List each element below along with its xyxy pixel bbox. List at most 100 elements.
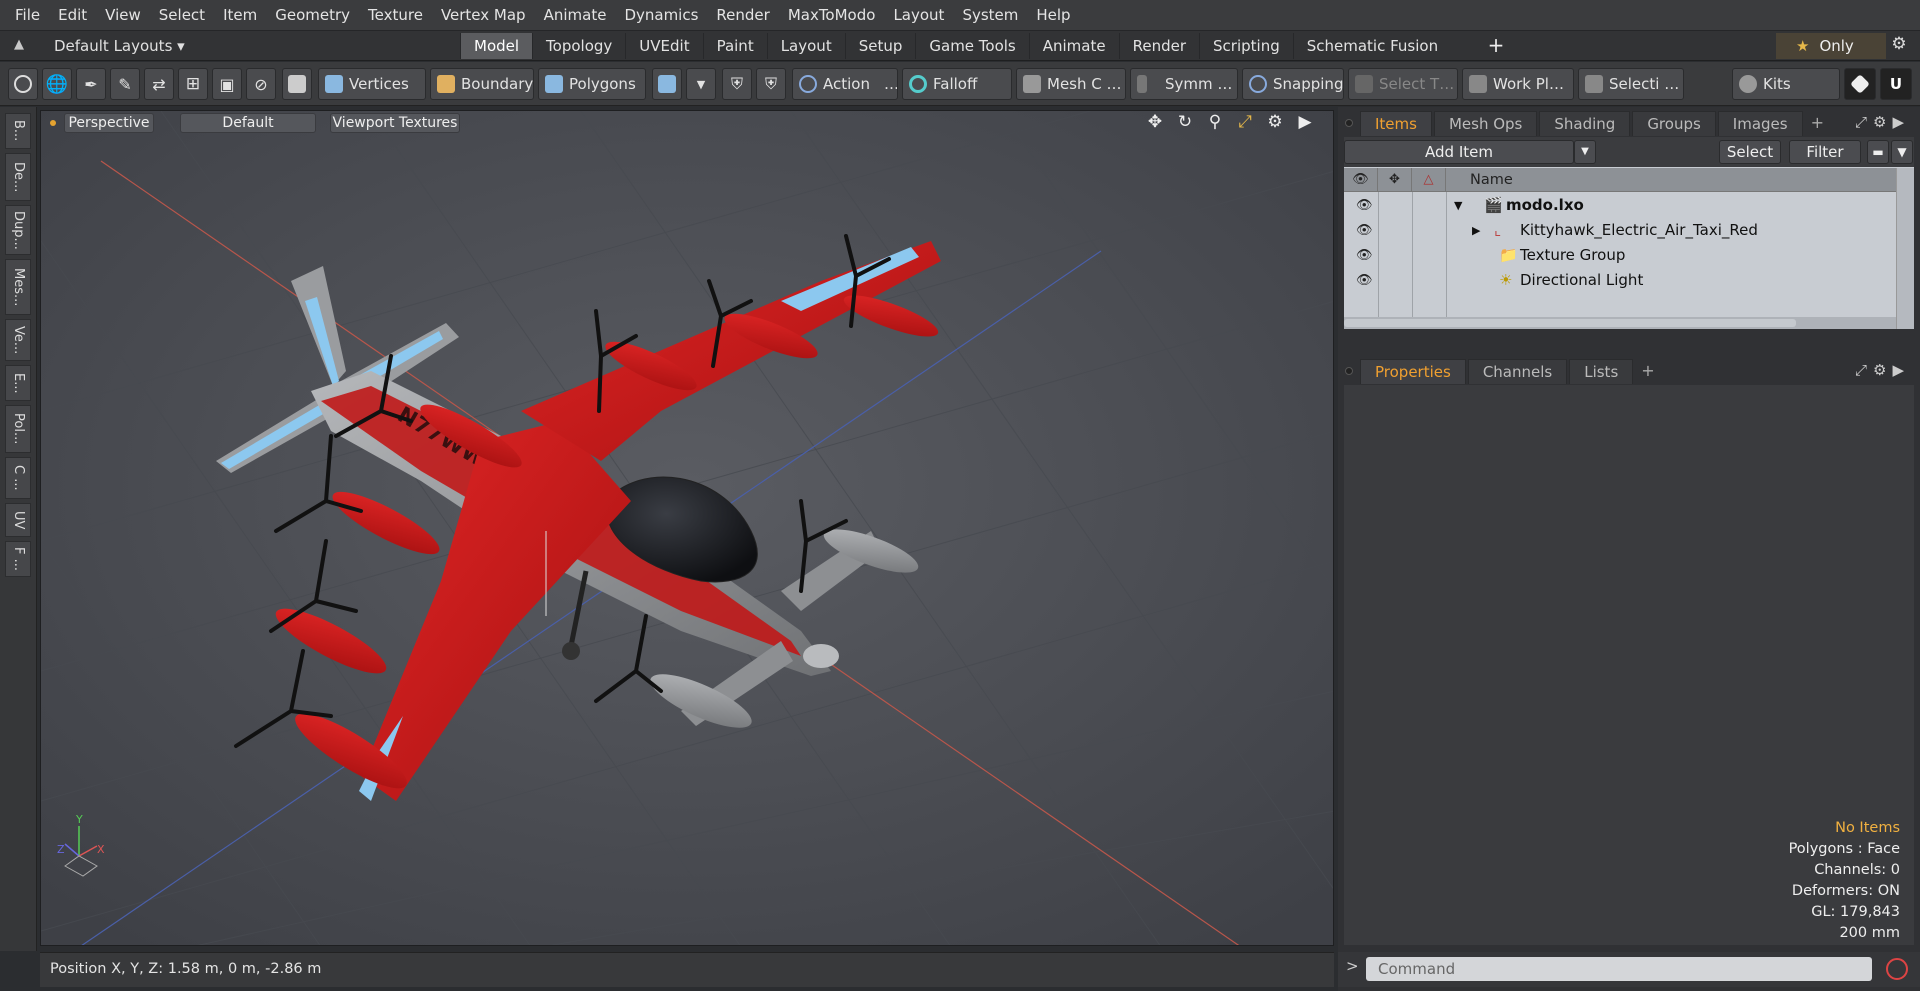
frame-button[interactable]: ▣ bbox=[212, 68, 242, 100]
viewport-textures-dropdown[interactable]: Viewport Textures bbox=[330, 113, 460, 133]
tab-render[interactable]: Render bbox=[1118, 33, 1199, 59]
tab-paint[interactable]: Paint bbox=[702, 33, 767, 59]
menu-file[interactable]: File bbox=[6, 0, 49, 31]
add-tab-button[interactable]: + bbox=[1483, 33, 1509, 59]
tab-layout[interactable]: Layout bbox=[766, 33, 845, 59]
menu-render[interactable]: Render bbox=[707, 0, 778, 31]
select-button[interactable]: Select bbox=[1719, 140, 1781, 164]
play-arrow-icon[interactable]: ▶ bbox=[1294, 112, 1316, 132]
unreal-button[interactable]: U bbox=[1880, 68, 1912, 100]
item-row-mesh[interactable]: 👁 ▶ ⌞ Kittyhawk_Electric_Air_Taxi_Red bbox=[1344, 218, 1896, 243]
properties-add-tab-button[interactable]: + bbox=[1635, 359, 1660, 383]
shading-default-dropdown[interactable]: Default bbox=[180, 113, 316, 133]
command-input[interactable]: Command bbox=[1366, 957, 1872, 981]
menu-maxtomodo[interactable]: MaxToModo bbox=[779, 0, 885, 31]
orbit-icon[interactable]: ↻ bbox=[1174, 112, 1196, 132]
tab-schematic-fusion[interactable]: Schematic Fusion bbox=[1292, 33, 1451, 59]
properties-expand-gear-icon[interactable]: ⤢⚙▶ bbox=[1855, 361, 1910, 379]
hscroll-thumb[interactable] bbox=[1344, 319, 1796, 327]
tab-images[interactable]: Images bbox=[1717, 110, 1803, 136]
bridge-button[interactable]: ⇄ bbox=[144, 68, 174, 100]
tab-topology[interactable]: Topology bbox=[532, 33, 625, 59]
tab-game-tools[interactable]: Game Tools bbox=[915, 33, 1028, 59]
kits-button[interactable]: Kits bbox=[1732, 68, 1840, 100]
unity-button[interactable] bbox=[1844, 68, 1876, 100]
polygons-button[interactable]: Polygons bbox=[538, 68, 646, 100]
layout-dropdown[interactable]: Default Layouts ▾ bbox=[54, 31, 185, 61]
tab-lists[interactable]: Lists bbox=[1569, 358, 1634, 384]
tab-animate[interactable]: Animate bbox=[1028, 33, 1119, 59]
tab-scripting[interactable]: Scripting bbox=[1199, 33, 1293, 59]
left-tab-fusion[interactable]: F ... bbox=[5, 541, 31, 577]
only-button[interactable]: ★ Only bbox=[1776, 33, 1886, 59]
menu-help[interactable]: Help bbox=[1027, 0, 1079, 31]
viewport-menu-dot[interactable] bbox=[50, 120, 56, 126]
item-list-vscroll[interactable] bbox=[1896, 168, 1914, 329]
menu-view[interactable]: View bbox=[96, 0, 150, 31]
snapping-button[interactable]: Snapping bbox=[1242, 68, 1344, 100]
add-item-button[interactable]: Add Item bbox=[1344, 140, 1574, 164]
zoom-icon[interactable]: ⚲ bbox=[1204, 112, 1226, 132]
select-circle-button[interactable] bbox=[8, 68, 38, 100]
collapse-icon[interactable]: ▬ bbox=[1867, 140, 1889, 164]
left-tab-deform[interactable]: De... bbox=[5, 153, 31, 201]
menu-texture[interactable]: Texture bbox=[359, 0, 432, 31]
tab-groups[interactable]: Groups bbox=[1632, 110, 1716, 136]
left-tab-uv[interactable]: UV bbox=[5, 503, 31, 537]
viewport-gear-icon[interactable]: ⚙ bbox=[1264, 112, 1286, 132]
symmetry-button[interactable]: Symm … bbox=[1130, 68, 1238, 100]
lock-column-icon[interactable]: ✥ bbox=[1378, 168, 1412, 192]
add-item-dropdown[interactable]: ▼ bbox=[1574, 140, 1596, 164]
vertices-button[interactable]: Vertices bbox=[318, 68, 426, 100]
item-row-light[interactable]: 👁 ☀ Directional Light bbox=[1344, 268, 1896, 293]
menu-system[interactable]: System bbox=[953, 0, 1027, 31]
eye-icon[interactable]: 👁 bbox=[1356, 218, 1373, 243]
eye-icon[interactable]: 👁 bbox=[1356, 193, 1373, 218]
pen-button[interactable]: ✒ bbox=[76, 68, 106, 100]
panel-expand-gear-icon[interactable]: ⤢⚙▶ bbox=[1855, 113, 1910, 131]
record-macro-icon[interactable] bbox=[1886, 958, 1908, 980]
menu-layout[interactable]: Layout bbox=[884, 0, 953, 31]
material-button[interactable] bbox=[652, 68, 682, 100]
globe-button[interactable]: 🌐 bbox=[42, 68, 72, 100]
tab-items[interactable]: Items bbox=[1360, 110, 1432, 136]
shield-settings-button[interactable]: ⛨ bbox=[756, 68, 786, 100]
funnel-icon[interactable]: ▼ bbox=[1891, 140, 1913, 164]
select-through-button[interactable]: Select T… bbox=[1348, 68, 1458, 100]
eye-icon[interactable]: 👁 bbox=[1356, 243, 1373, 268]
tab-setup[interactable]: Setup bbox=[844, 33, 916, 59]
3d-viewport[interactable]: N77WW Y X Z bbox=[40, 110, 1334, 946]
left-tab-polygon[interactable]: Pol... bbox=[5, 405, 31, 453]
name-column-header[interactable]: Name bbox=[1470, 168, 1513, 192]
left-tab-curve[interactable]: C ... bbox=[5, 457, 31, 499]
properties-panel-dot[interactable] bbox=[1345, 367, 1353, 375]
brush-button[interactable]: ✎ bbox=[110, 68, 140, 100]
tab-mesh-ops[interactable]: Mesh Ops bbox=[1433, 110, 1538, 136]
item-mode-button[interactable] bbox=[282, 68, 312, 100]
expand-arrow-icon[interactable]: ▼ bbox=[1454, 193, 1462, 218]
selection-sets-button[interactable]: Selecti … bbox=[1578, 68, 1684, 100]
tab-uvedit[interactable]: UVEdit bbox=[625, 33, 702, 59]
perspective-dropdown[interactable]: Perspective bbox=[64, 113, 154, 133]
menu-select[interactable]: Select bbox=[150, 0, 214, 31]
material-dropdown[interactable]: ▼ bbox=[686, 68, 716, 100]
render-column-icon[interactable]: △ bbox=[1412, 168, 1446, 192]
menu-item[interactable]: Item bbox=[214, 0, 266, 31]
gear-icon[interactable]: ⚙ bbox=[1886, 34, 1912, 58]
eye-icon[interactable]: 👁 bbox=[1356, 268, 1373, 293]
work-plane-button[interactable]: Work Pl… bbox=[1462, 68, 1574, 100]
maximize-icon[interactable]: ⤢ bbox=[1234, 112, 1256, 132]
boundary-button[interactable]: Boundary bbox=[430, 68, 534, 100]
menu-dynamics[interactable]: Dynamics bbox=[615, 0, 707, 31]
tab-model[interactable]: Model bbox=[460, 33, 533, 59]
visibility-column-icon[interactable]: 👁 bbox=[1344, 168, 1378, 192]
items-panel-dot[interactable] bbox=[1345, 119, 1353, 127]
tab-properties[interactable]: Properties bbox=[1360, 358, 1466, 384]
item-list-hscroll[interactable] bbox=[1344, 317, 1896, 329]
left-tab-vertex[interactable]: Ve... bbox=[5, 319, 31, 361]
menu-geometry[interactable]: Geometry bbox=[266, 0, 359, 31]
rotate-button[interactable]: ⊘ bbox=[246, 68, 276, 100]
filter-button[interactable]: Filter bbox=[1789, 140, 1861, 164]
mesh-constraint-button[interactable]: Mesh C … bbox=[1016, 68, 1126, 100]
pan-icon[interactable]: ✥ bbox=[1144, 112, 1166, 132]
